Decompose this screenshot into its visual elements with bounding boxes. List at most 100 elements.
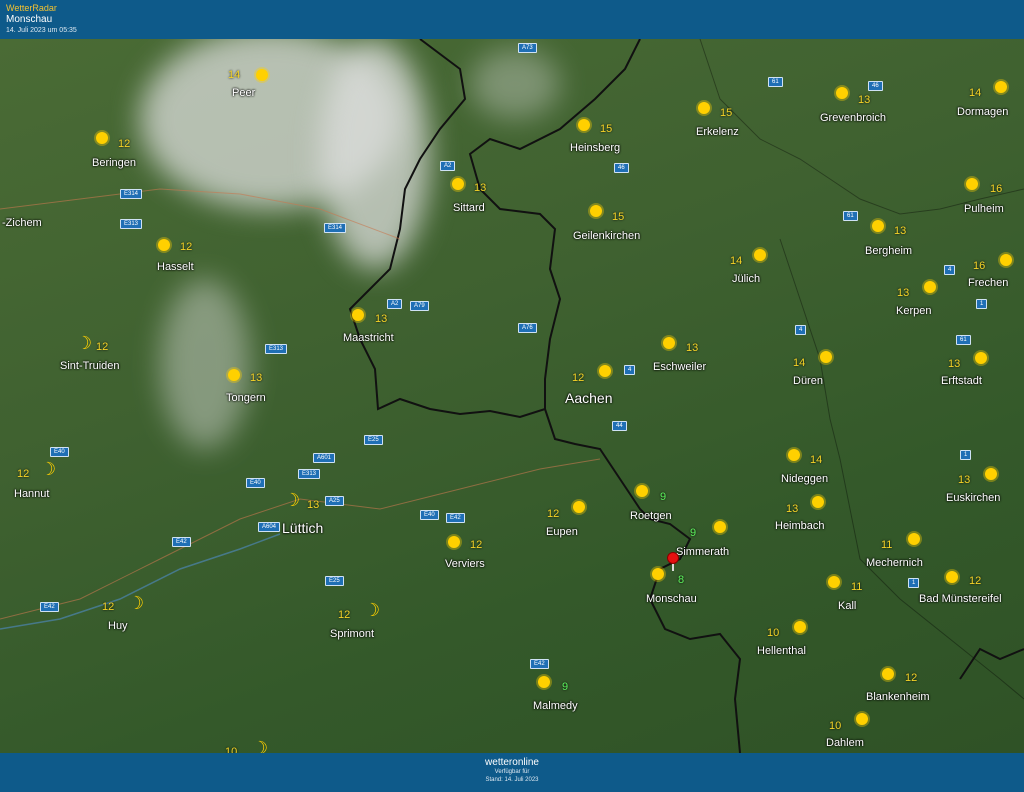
city-label-tongern[interactable]: Tongern [226,392,266,404]
city-label-nideggen[interactable]: Nideggen [781,473,828,485]
sun-icon [788,449,800,461]
sun-icon [590,205,602,217]
sun-icon [856,713,868,725]
city-label-j-lich[interactable]: Jülich [732,273,760,285]
city-label-peer[interactable]: Peer [232,87,255,99]
sun-icon [256,69,268,81]
road-number-badge: A604 [258,522,281,532]
city-label-sittard[interactable]: Sittard [453,202,485,214]
road-number-badge: A601 [313,453,336,463]
radar-map[interactable]: A73 61 46 46 A2 E314 E313 E314 61 A2 A79 4 1 A76 E313 E… [0,39,1024,753]
city-label-frechen[interactable]: Frechen [968,277,1008,289]
sun-icon [924,281,936,293]
city-label-huy[interactable]: Huy [108,620,128,632]
sun-icon [158,239,170,251]
sun-icon [985,468,997,480]
city-label-blankenheim[interactable]: Blankenheim [866,691,930,703]
sun-icon [714,521,726,533]
city-label-monschau[interactable]: Monschau [646,593,697,605]
city-label-heimbach[interactable]: Heimbach [775,520,825,532]
city-label-dahlem[interactable]: Dahlem [826,737,864,749]
temperature-j-lich: 14 [730,255,743,267]
temperature-heinsberg: 15 [600,123,613,135]
city-label-pulheim[interactable]: Pulheim [964,203,1004,215]
road-number-badge: 44 [612,421,627,431]
moon-icon: ☽ [76,333,93,353]
temperature-frechen: 16 [973,260,986,272]
temperature-heimbach: 13 [786,503,799,515]
city-label-dormagen[interactable]: Dormagen [957,106,1008,118]
city-label-erkelenz[interactable]: Erkelenz [696,126,739,138]
sun-icon [652,568,664,580]
temperature-eupen: 12 [547,508,560,520]
road-number-badge: A2 [440,161,456,171]
moon-icon: ☽ [284,490,301,510]
city-label-bergheim[interactable]: Bergheim [865,245,912,257]
city-label-maastricht[interactable]: Maastricht [343,332,394,344]
road-number-badge: E42 [40,602,59,612]
city-label-grevenbroich[interactable]: Grevenbroich [820,112,886,124]
sun-icon [538,676,550,688]
location-pin[interactable] [667,552,679,564]
road-number-badge: 4 [624,365,636,375]
city-label-malmedy[interactable]: Malmedy [533,700,578,712]
road-number-badge: E42 [172,537,191,547]
temperature-dormagen: 14 [969,87,982,99]
city-label-hannut[interactable]: Hannut [14,488,49,500]
temperature-bad-m-nstereifel: 12 [969,575,982,587]
road-number-badge: E25 [325,576,344,586]
city-label-roetgen[interactable]: Roetgen [630,510,672,522]
road-number-badge: 4 [944,265,956,275]
temperature-monschau: 8 [678,574,685,586]
city-label-kall[interactable]: Kall [838,600,856,612]
road-number-badge: E313 [298,469,321,479]
city-label-erftstadt[interactable]: Erftstadt [941,375,982,387]
city-label-geilenkirchen[interactable]: Geilenkirchen [573,230,640,242]
road-number-badge: A25 [325,496,344,506]
city-label-aachen[interactable]: Aachen [565,390,612,406]
temperature-tongern: 13 [250,372,263,384]
sun-icon [828,576,840,588]
sun-icon [812,496,824,508]
city-label-beringen[interactable]: Beringen [92,157,136,169]
road-number-badge: A79 [410,301,429,311]
city-label-sint-truiden[interactable]: Sint-Truiden [60,360,120,372]
temperature-euskirchen: 13 [958,474,971,486]
temperature-pulheim: 16 [990,183,1003,195]
sun-icon [96,132,108,144]
city-label-euskirchen[interactable]: Euskirchen [946,492,1000,504]
city-label-d-ren[interactable]: Düren [793,375,823,387]
sun-icon [452,178,464,190]
road-number-badge: A2 [387,299,403,309]
city-label-hasselt[interactable]: Hasselt [157,261,194,273]
city-label--zichem[interactable]: -Zichem [2,217,42,229]
city-label-eupen[interactable]: Eupen [546,526,578,538]
city-label-verviers[interactable]: Verviers [445,558,485,570]
city-label-kerpen[interactable]: Kerpen [896,305,931,317]
sun-icon [698,102,710,114]
sun-icon [663,337,675,349]
temperature-verviers: 12 [470,539,483,551]
brand-title: WetterRadar [6,3,57,13]
city-label-heinsberg[interactable]: Heinsberg [570,142,620,154]
temperature-mechernich: 11 [881,539,893,551]
road-number-badge: E40 [50,447,69,457]
app-header: WetterRadar Monschau 14. Juli 2023 um 05… [0,0,1024,39]
city-label-mechernich[interactable]: Mechernich [866,557,923,569]
city-label-sprimont[interactable]: Sprimont [330,628,374,640]
temperature-beringen: 12 [118,138,131,150]
city-label-eschweiler[interactable]: Eschweiler [653,361,706,373]
city-label-l-ttich[interactable]: Lüttich [282,520,323,536]
availability-text: Verfügbar für [494,769,530,775]
sun-icon [754,249,766,261]
city-label-simmerath[interactable]: Simmerath [676,546,729,558]
sun-icon [872,220,884,232]
temperature-blankenheim: 12 [905,672,918,684]
sun-icon [599,365,611,377]
moon-icon: ☽ [40,459,57,479]
road-number-badge: E314 [120,189,143,199]
city-label-bad-m-nstereifel[interactable]: Bad Münstereifel [919,593,1002,605]
sun-icon [966,178,978,190]
city-label-hellenthal[interactable]: Hellenthal [757,645,806,657]
temperature-sint-truiden: 12 [96,341,109,353]
